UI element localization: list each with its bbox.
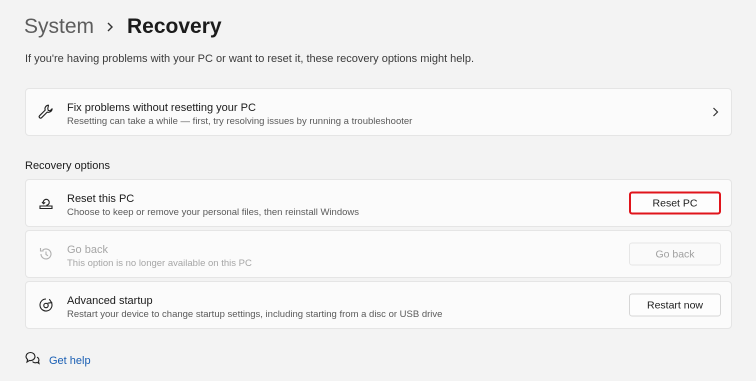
go-back-card: Go back This option is no longer availab… bbox=[25, 230, 732, 278]
fix-problems-title: Fix problems without resetting your PC bbox=[67, 102, 256, 114]
go-back-button[interactable]: Go back bbox=[629, 242, 721, 266]
go-back-title: Go back bbox=[67, 244, 108, 256]
fix-problems-card[interactable]: Fix problems without resetting your PC R… bbox=[25, 88, 732, 136]
go-back-description: This option is no longer available on th… bbox=[67, 258, 252, 269]
chevron-right-icon[interactable] bbox=[712, 107, 719, 117]
page-title: Recovery bbox=[127, 15, 222, 38]
recovery-settings-page: System Recovery If you're having problem… bbox=[0, 0, 756, 381]
breadcrumb: System Recovery bbox=[24, 12, 222, 42]
recovery-options-heading: Recovery options bbox=[25, 160, 110, 172]
reset-pc-button[interactable]: Reset PC bbox=[629, 191, 721, 215]
page-description: If you're having problems with your PC o… bbox=[25, 53, 475, 65]
advanced-startup-description: Restart your device to change startup se… bbox=[67, 309, 443, 320]
advanced-startup-icon bbox=[36, 295, 56, 315]
reset-pc-title: Reset this PC bbox=[67, 193, 135, 205]
chevron-right-icon bbox=[106, 22, 114, 32]
fix-problems-description: Resetting can take a while — first, try … bbox=[67, 116, 413, 127]
advanced-startup-card: Advanced startup Restart your device to … bbox=[25, 281, 732, 329]
reset-pc-description: Choose to keep or remove your personal f… bbox=[67, 207, 360, 218]
reset-pc-icon bbox=[36, 193, 56, 213]
get-help-link[interactable]: Get help bbox=[24, 350, 91, 371]
restart-now-button[interactable]: Restart now bbox=[629, 293, 721, 317]
advanced-startup-title: Advanced startup bbox=[67, 295, 153, 307]
breadcrumb-system-link[interactable]: System bbox=[24, 15, 94, 39]
reset-pc-card: Reset this PC Choose to keep or remove y… bbox=[25, 179, 732, 227]
help-icon bbox=[24, 350, 40, 371]
wrench-icon bbox=[36, 102, 56, 122]
get-help-label[interactable]: Get help bbox=[49, 355, 91, 367]
go-back-icon bbox=[36, 244, 56, 264]
